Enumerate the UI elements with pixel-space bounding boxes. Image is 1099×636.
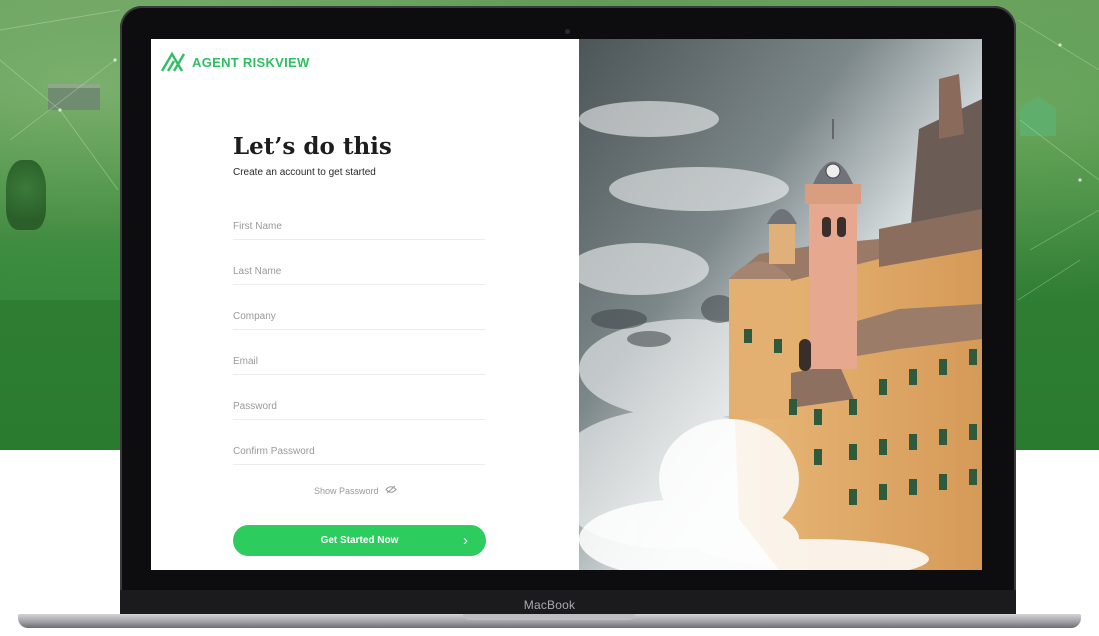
password-input[interactable] [233,395,485,417]
get-started-label: Get Started Now [320,535,399,546]
signup-panel: AGENT RISKVIEW Let’s do this Create an a… [151,39,579,570]
riskview-logo-icon [160,51,186,73]
webcam [565,29,570,34]
hero-photo-illustration [579,39,982,570]
brand-logo[interactable]: AGENT RISKVIEW [160,51,310,73]
page-subtitle: Create an account to get started [233,167,376,178]
confirm-password-field [233,440,485,465]
email-field [233,350,485,375]
chevron-right-icon: › [463,532,468,549]
company-field [233,305,485,330]
show-password-label: Show Password [314,485,379,496]
first-name-field [233,215,485,240]
laptop-model-label: MacBook [523,598,576,612]
laptop-screen: AGENT RISKVIEW Let’s do this Create an a… [151,39,982,570]
hero-photo [579,39,982,570]
brand-name: AGENT RISKVIEW [192,54,310,70]
password-field [233,395,485,420]
email-input[interactable] [233,350,485,372]
last-name-input[interactable] [233,260,485,282]
show-password-toggle[interactable]: Show Password [314,485,397,496]
eye-off-icon [384,485,397,496]
last-name-field [233,260,485,285]
get-started-button[interactable]: Get Started Now › [233,525,486,556]
page-title: Let’s do this [233,133,392,160]
company-input[interactable] [233,305,485,327]
confirm-password-input[interactable] [233,440,485,462]
first-name-input[interactable] [233,215,485,237]
laptop-base-notch [463,614,635,620]
